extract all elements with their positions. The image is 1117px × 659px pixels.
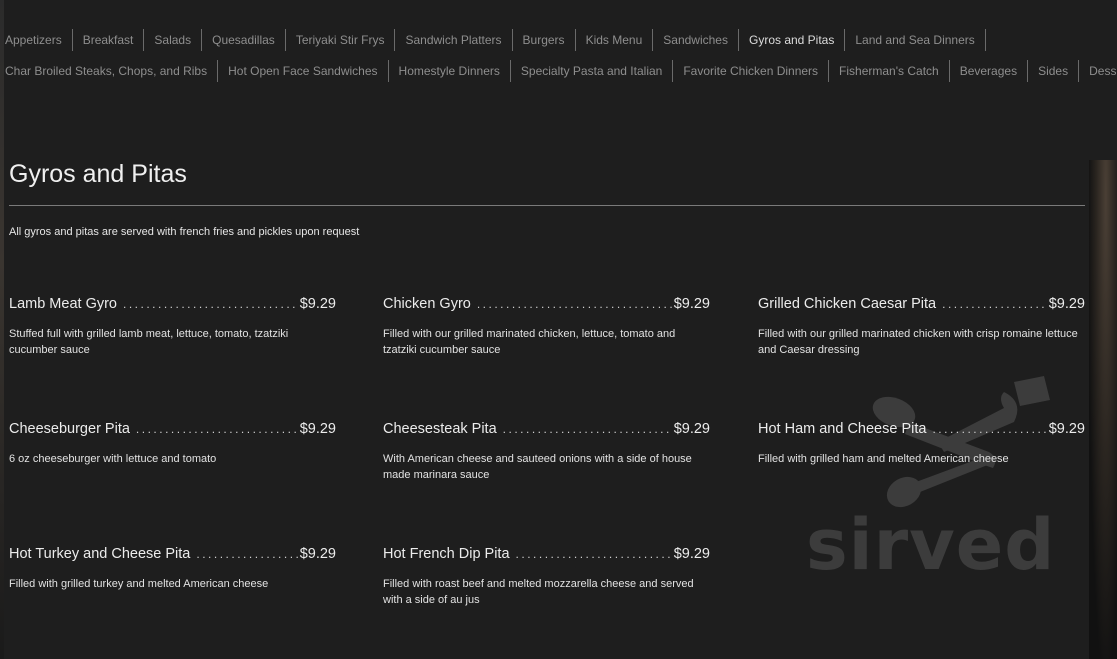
nav-item-hot-open-face-sandwiches[interactable]: Hot Open Face Sandwiches: [218, 59, 389, 82]
item-name: Grilled Chicken Caesar Pita: [758, 296, 937, 312]
menu-page: Appetizers Breakfast Salads Quesadillas …: [0, 0, 1117, 659]
nav-item-teriyaki-stir-frys[interactable]: Teriyaki Stir Frys: [286, 28, 396, 51]
item-name: Cheeseburger Pita: [9, 421, 130, 437]
item-price: $9.29: [673, 296, 710, 312]
dot-leader: [136, 422, 298, 436]
nav-item-sides[interactable]: Sides: [1028, 59, 1080, 82]
menu-item: Cheesesteak Pita $9.29 With American che…: [383, 421, 710, 483]
category-nav-row-1: Appetizers Breakfast Salads Quesadillas …: [5, 24, 1085, 55]
nav-item-sandwiches[interactable]: Sandwiches: [653, 28, 739, 51]
item-name: Hot Ham and Cheese Pita: [758, 421, 927, 437]
item-description: Filled with our grilled marinated chicke…: [383, 328, 676, 356]
nav-item-kids-menu[interactable]: Kids Menu: [576, 28, 654, 51]
category-nav-row-2: Char Broiled Steaks, Chops, and Ribs Hot…: [5, 55, 1117, 86]
item-price: $9.29: [1048, 421, 1085, 437]
menu-item: Lamb Meat Gyro $9.29 Stuffed full with g…: [9, 296, 336, 358]
nav-item-favorite-chicken-dinners[interactable]: Favorite Chicken Dinners: [673, 59, 830, 82]
item-price: $9.29: [1048, 296, 1085, 312]
item-description: 6 oz cheeseburger with lettuce and tomat…: [9, 453, 217, 465]
nav-item-breakfast[interactable]: Breakfast: [73, 28, 145, 51]
menu-item: Hot Ham and Cheese Pita $9.29 Filled wit…: [758, 421, 1085, 467]
dot-leader: [477, 297, 672, 311]
item-name: Hot French Dip Pita: [383, 546, 510, 562]
item-price: $9.29: [299, 296, 336, 312]
item-name: Lamb Meat Gyro: [9, 296, 117, 312]
item-description: Filled with grilled ham and melted Ameri…: [758, 453, 1009, 465]
item-name: Cheesesteak Pita: [383, 421, 497, 437]
item-name: Hot Turkey and Cheese Pita: [9, 546, 191, 562]
nav-item-quesadillas[interactable]: Quesadillas: [202, 28, 286, 51]
item-description: Filled with roast beef and melted mozzar…: [383, 578, 694, 606]
menu-item: Cheeseburger Pita $9.29 6 oz cheeseburge…: [9, 421, 336, 467]
item-price: $9.29: [299, 546, 336, 562]
item-description: Filled with grilled turkey and melted Am…: [9, 578, 269, 590]
item-price: $9.29: [673, 421, 710, 437]
dot-leader: [932, 422, 1046, 436]
nav-item-gyros-and-pitas[interactable]: Gyros and Pitas: [739, 28, 846, 51]
menu-item: Chicken Gyro $9.29 Filled with our grill…: [383, 296, 710, 358]
nav-item-desserts[interactable]: Desserts: [1079, 60, 1117, 82]
menu-item: Grilled Chicken Caesar Pita $9.29 Filled…: [758, 296, 1085, 358]
nav-item-char-broiled-steaks[interactable]: Char Broiled Steaks, Chops, and Ribs: [5, 59, 219, 82]
dot-leader: [516, 547, 672, 561]
nav-item-specialty-pasta[interactable]: Specialty Pasta and Italian: [511, 59, 674, 82]
nav-item-sandwich-platters[interactable]: Sandwich Platters: [395, 28, 513, 51]
item-description: With American cheese and sauteed onions …: [383, 453, 692, 481]
menu-item: Hot Turkey and Cheese Pita $9.29 Filled …: [9, 546, 336, 592]
dot-leader: [196, 547, 297, 561]
nav-item-beverages[interactable]: Beverages: [950, 59, 1029, 82]
dot-leader: [942, 297, 1047, 311]
watermark-text: sirved: [806, 504, 1056, 586]
nav-item-appetizers[interactable]: Appetizers: [5, 28, 73, 51]
sirved-watermark: sirved: [806, 372, 1068, 592]
nav-item-homestyle-dinners[interactable]: Homestyle Dinners: [389, 59, 511, 82]
nav-item-fishermans-catch[interactable]: Fisherman's Catch: [829, 59, 950, 82]
item-description: Stuffed full with grilled lamb meat, let…: [9, 328, 289, 356]
nav-item-salads[interactable]: Salads: [144, 28, 203, 51]
category-nav: Appetizers Breakfast Salads Quesadillas …: [5, 24, 1117, 86]
item-price: $9.29: [299, 421, 336, 437]
dot-leader: [123, 297, 298, 311]
section-intro: All gyros and pitas are served with fren…: [9, 226, 360, 238]
section-title: Gyros and Pitas: [9, 160, 187, 188]
item-description: Filled with our grilled marinated chicke…: [758, 328, 1078, 356]
item-name: Chicken Gyro: [383, 296, 471, 312]
dot-leader: [503, 422, 672, 436]
title-divider: [9, 205, 1085, 206]
menu-item: Hot French Dip Pita $9.29 Filled with ro…: [383, 546, 710, 608]
nav-item-land-and-sea-dinners[interactable]: Land and Sea Dinners: [845, 28, 986, 51]
nav-item-burgers[interactable]: Burgers: [513, 28, 576, 51]
item-price: $9.29: [673, 546, 710, 562]
